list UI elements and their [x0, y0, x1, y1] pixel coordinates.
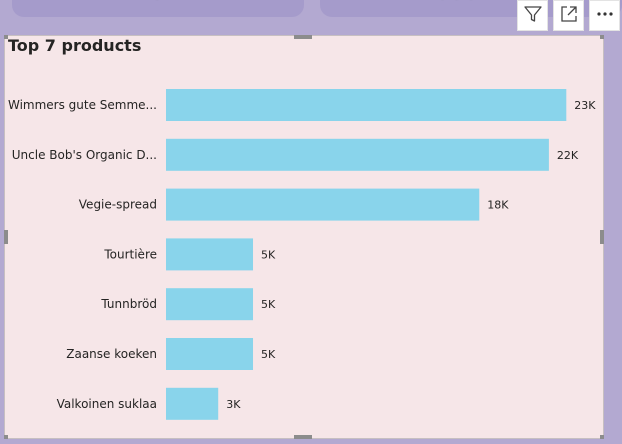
focus-mode-icon — [559, 4, 579, 28]
resize-handle-left[interactable] — [4, 230, 8, 244]
resize-handle-top-left[interactable] — [4, 35, 8, 39]
bar-chart: Wimmers gute Semme... 23K Uncle Bob's Orga… — [8, 89, 596, 420]
bar-0[interactable] — [166, 89, 567, 121]
kpi-card-1-value: 0 — [150, 0, 164, 7]
data-label-0: 23K — [574, 99, 596, 112]
category-label-2: Vegie-spread — [79, 198, 157, 212]
visual-header-toolbar — [517, 0, 620, 31]
resize-handle-right[interactable] — [600, 230, 604, 244]
bar-3[interactable] — [166, 238, 254, 271]
category-label-6: Valkoinen suklaa — [57, 397, 157, 411]
bar-1[interactable] — [166, 138, 549, 171]
filter-button[interactable] — [517, 0, 548, 31]
focus-mode-button[interactable] — [553, 0, 584, 31]
resize-handle-top[interactable] — [294, 35, 312, 39]
more-options-button[interactable] — [589, 0, 620, 31]
filter-icon — [523, 4, 543, 28]
category-label-1: Uncle Bob's Organic D... — [12, 148, 157, 162]
category-label-3: Tourtière — [103, 247, 157, 261]
category-label-4: Tunnbröd — [100, 297, 157, 311]
chart-visual[interactable]: Top 7 products Wimmers gute Semme... 23K U… — [4, 35, 604, 439]
data-label-2: 18K — [487, 199, 509, 212]
kpi-card-1: 0 — [12, 0, 304, 17]
bar-2[interactable] — [166, 188, 480, 221]
resize-handle-bottom-left[interactable] — [4, 435, 8, 439]
bar-6[interactable] — [166, 387, 219, 420]
resize-handle-bottom[interactable] — [294, 435, 312, 439]
resize-handle-bottom-right[interactable] — [600, 435, 604, 439]
category-label-5: Zaanse koeken — [66, 347, 157, 361]
category-label-0: Wimmers gute Semme... — [8, 98, 157, 112]
more-options-icon — [595, 4, 615, 28]
data-label-4: 5K — [261, 298, 276, 311]
data-label-5: 5K — [261, 348, 276, 361]
data-label-6: 3K — [226, 398, 241, 411]
bar-5[interactable] — [166, 338, 254, 370]
bar-4[interactable] — [166, 288, 254, 321]
data-label-3: 5K — [261, 248, 276, 261]
data-label-1: 22K — [557, 149, 579, 162]
resize-handle-top-right[interactable] — [600, 35, 604, 39]
kpi-card-2-value: 650 — [435, 0, 478, 7]
